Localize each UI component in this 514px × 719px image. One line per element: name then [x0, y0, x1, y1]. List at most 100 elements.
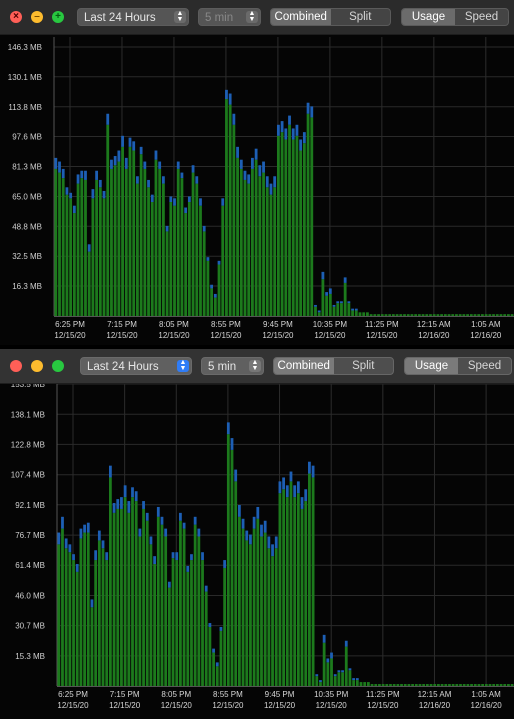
zoom-button[interactable]	[52, 360, 64, 372]
bar-segment-green	[391, 314, 395, 316]
bar-segment-blue	[219, 626, 223, 631]
bar-segment-green	[234, 481, 238, 686]
bar-segment-green	[204, 591, 208, 686]
x-tick-time-label: 11:25 PM	[366, 690, 400, 699]
bar-segment-green	[369, 314, 373, 316]
bar-segment-blue	[180, 172, 184, 179]
bar-segment-green	[473, 314, 477, 316]
bar-segment-blue	[299, 139, 303, 151]
y-tick-label: 30.7 MB	[15, 622, 45, 631]
y-tick-label: 81.3 MB	[12, 163, 42, 172]
bar-segment-green	[299, 150, 303, 316]
bar-segment-green	[341, 672, 344, 686]
bar-segment-green	[61, 528, 64, 686]
time-range-select[interactable]: Last 24 Hours ▲ ▼	[77, 8, 189, 26]
bar-segment-green	[317, 312, 321, 316]
bar-segment-green	[147, 187, 150, 316]
bar-segment-green	[128, 146, 132, 316]
x-tick-time-label: 12:15 AM	[418, 690, 452, 699]
bar-segment-blue	[262, 161, 265, 173]
bar-segment-green	[217, 264, 221, 316]
toolbar: × – + Last 24 Hours ▲ ▼ 5 min ▲ ▼ Combined…	[0, 0, 514, 35]
y-tick-label: 92.1 MB	[15, 501, 45, 510]
metric-usage-option[interactable]: Usage	[402, 9, 455, 25]
bar-segment-green	[131, 497, 134, 686]
bar-segment-blue	[184, 207, 188, 214]
metric-usage-option[interactable]: Usage	[405, 358, 458, 374]
bar-segment-green	[470, 684, 473, 686]
bar-segment-green	[380, 314, 384, 316]
bar-segment-green	[127, 512, 131, 686]
bar-segment-blue	[138, 528, 142, 537]
bar-segment-green	[414, 314, 418, 316]
bar-segment-green	[165, 231, 169, 316]
bar-segment-blue	[263, 520, 267, 533]
bar-segment-green	[223, 567, 227, 686]
minimize-button[interactable]	[31, 360, 43, 372]
metric-speed-option[interactable]: Speed	[458, 358, 511, 374]
bar-segment-blue	[132, 141, 136, 151]
time-range-value: Last 24 Hours	[87, 361, 159, 373]
bar-segment-blue	[354, 308, 358, 311]
bar-segment-green	[293, 497, 297, 686]
bar-segment-blue	[91, 189, 95, 199]
bar-segment-green	[466, 684, 470, 686]
bar-segment-green	[219, 630, 223, 686]
x-tick-time-label: 8:05 PM	[161, 690, 191, 699]
bar-segment-green	[236, 157, 239, 316]
bar-segment-green	[160, 524, 164, 686]
bar-segment-blue	[326, 658, 330, 663]
bar-segment-blue	[108, 465, 112, 478]
bar-segment-green	[340, 303, 343, 316]
mode-split-option[interactable]: Split	[334, 358, 394, 374]
y-tick-label: 61.4 MB	[15, 561, 45, 570]
bar-segment-green	[328, 293, 332, 316]
bar-segment-blue	[112, 503, 116, 513]
mode-combined-option[interactable]: Combined	[274, 358, 334, 374]
minimize-button[interactable]: –	[31, 11, 43, 23]
bar-segment-green	[65, 194, 69, 316]
bar-segment-blue	[225, 89, 228, 100]
zoom-button[interactable]: +	[52, 11, 64, 23]
bar-segment-blue	[221, 198, 225, 206]
x-tick-time-label: 10:35 PM	[313, 320, 348, 329]
bar-segment-blue	[61, 168, 65, 179]
interval-select[interactable]: 5 min ▲ ▼	[198, 8, 261, 26]
bar-segment-green	[392, 684, 396, 686]
close-button[interactable]	[10, 360, 22, 372]
bar-segment-blue	[311, 465, 315, 478]
mode-combined-option[interactable]: Combined	[271, 9, 331, 25]
bar-segment-blue	[54, 157, 58, 169]
bar-segment-blue	[295, 124, 299, 136]
bar-segment-blue	[121, 135, 124, 147]
bar-segment-green	[191, 172, 195, 316]
bar-segment-green	[440, 314, 444, 316]
bar-segment-green	[311, 477, 315, 686]
close-button[interactable]: ×	[10, 11, 22, 23]
bar-segment-green	[484, 314, 488, 316]
bar-segment-green	[136, 183, 139, 316]
bar-segment-blue	[232, 113, 236, 125]
bar-segment-green	[254, 159, 258, 316]
bar-segment-green	[161, 183, 165, 316]
bar-segment-green	[451, 684, 455, 686]
bar-segment-green	[124, 168, 128, 316]
bar-segment-green	[352, 680, 356, 686]
bar-segment-blue	[128, 137, 132, 147]
mode-split-option[interactable]: Split	[331, 9, 391, 25]
time-range-select[interactable]: Last 24 Hours ▲ ▼	[80, 357, 192, 375]
x-tick-time-label: 1:05 AM	[471, 320, 501, 329]
bar-segment-blue	[317, 310, 321, 313]
usage-chart-1: 146.3 MB 130.1 MB 113.8 MB 97.6 MB 81.3 MB 65…	[8, 37, 514, 340]
bar-segment-green	[262, 172, 265, 316]
bar-segment-green	[54, 168, 58, 316]
mode-segmented-control: Combined Split	[270, 8, 391, 26]
bar-segment-green	[86, 532, 90, 686]
bar-segment-green	[278, 493, 282, 686]
x-tick-time-label: 7:15 PM	[107, 320, 137, 329]
metric-speed-option[interactable]: Speed	[455, 9, 508, 25]
interval-select[interactable]: 5 min ▲ ▼	[201, 357, 264, 375]
bar-segment-green	[215, 666, 219, 686]
bar-segment-green	[370, 684, 374, 686]
bar-segment-blue	[79, 528, 83, 539]
